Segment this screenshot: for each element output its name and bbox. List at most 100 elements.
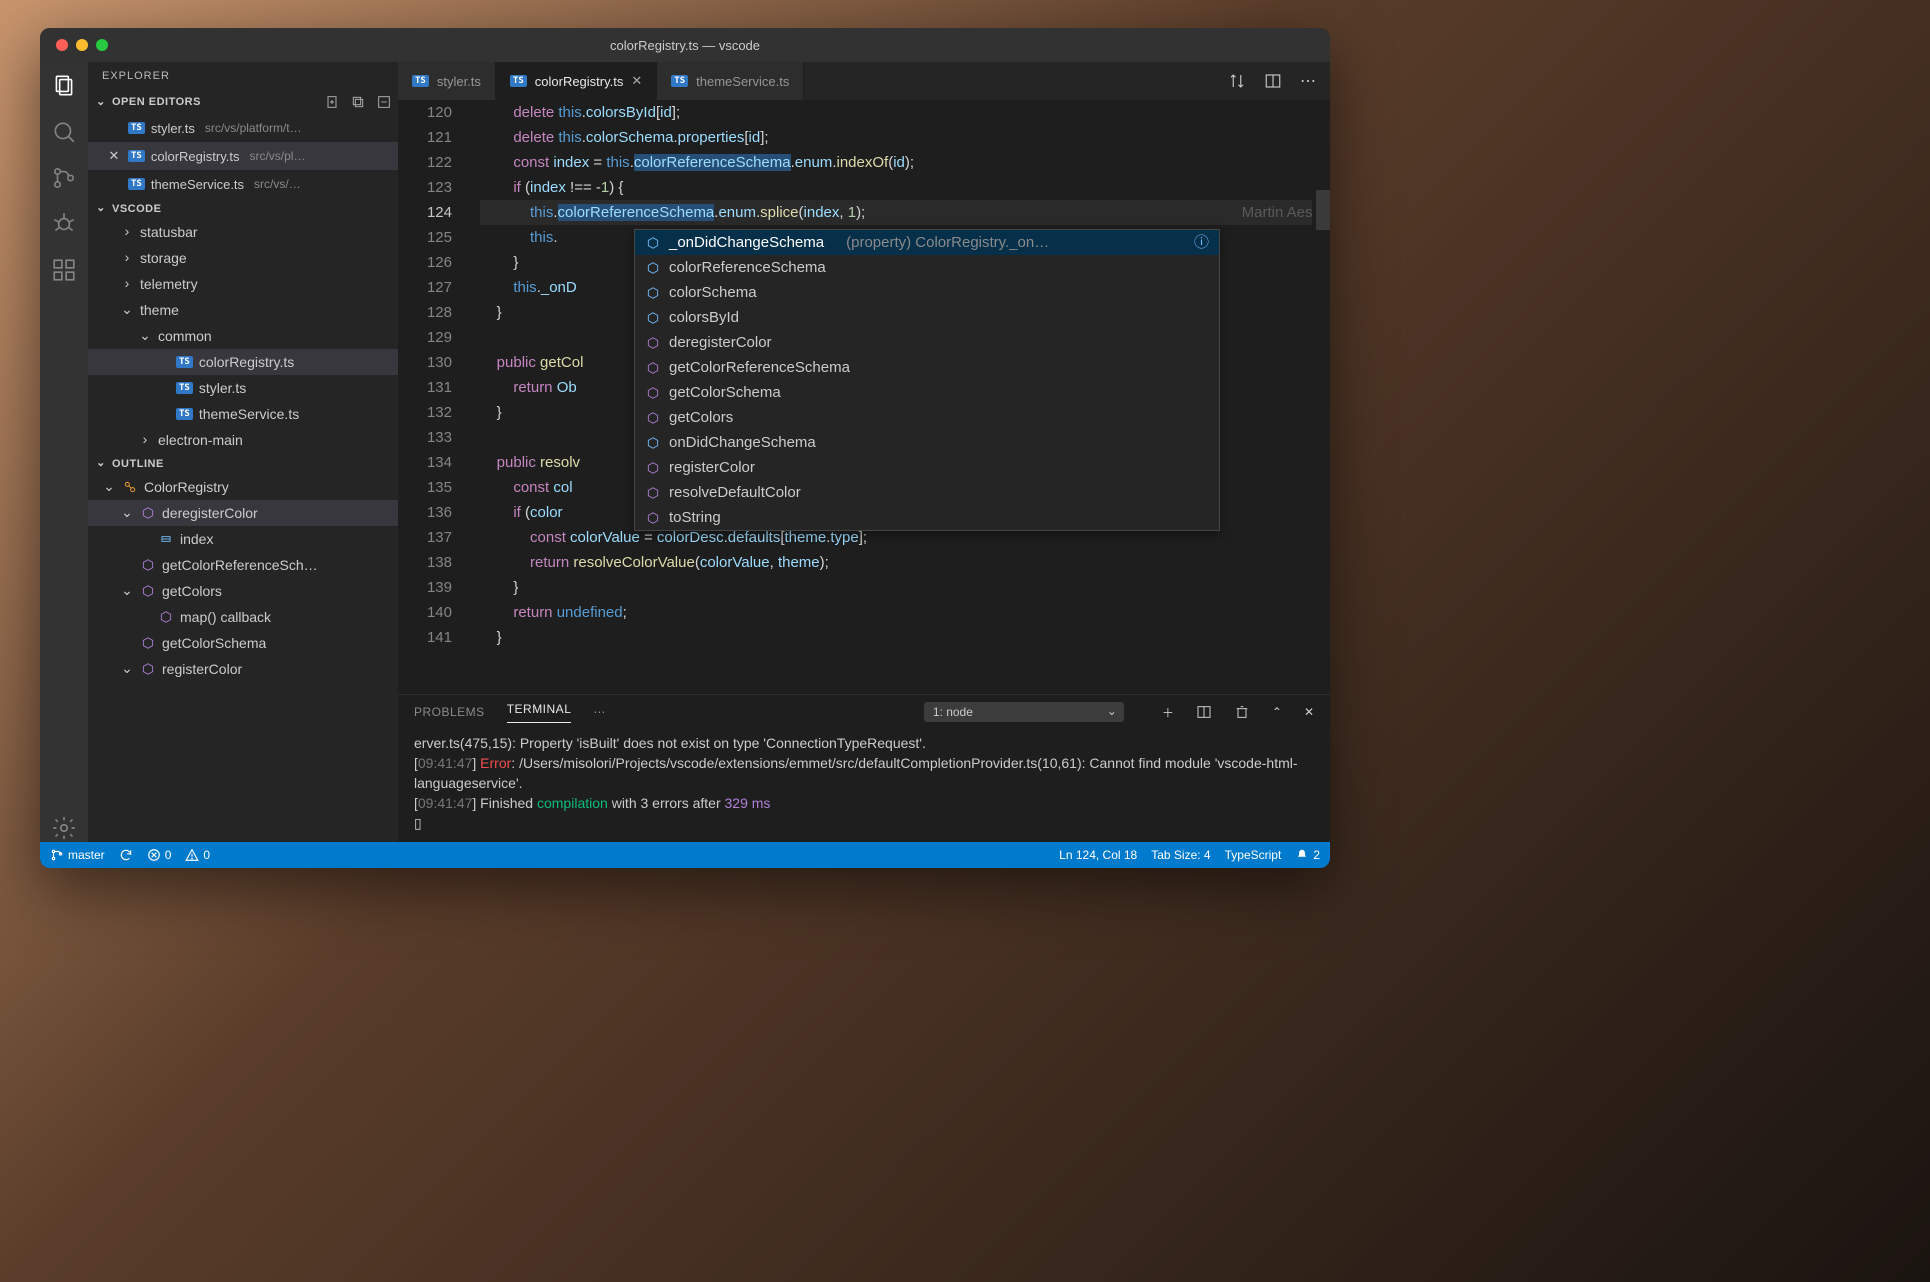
open-editor-item[interactable]: TSstyler.tssrc/vs/platform/t… [88, 114, 398, 142]
tree-item[interactable]: TSthemeService.ts [88, 401, 398, 427]
tab-size[interactable]: Tab Size: 4 [1151, 848, 1210, 862]
titlebar[interactable]: colorRegistry.ts — vscode [40, 28, 1330, 62]
open-editor-item[interactable]: TSthemeService.tssrc/vs/… [88, 170, 398, 198]
suggest-item[interactable]: resolveDefaultColor [635, 480, 1219, 505]
tree-item[interactable]: ›telemetry [88, 271, 398, 297]
tab-problems[interactable]: PROBLEMS [414, 705, 485, 719]
suggest-item[interactable]: _onDidChangeSchema(property) ColorRegist… [635, 230, 1219, 255]
close-panel-icon[interactable]: ✕ [1304, 705, 1314, 719]
suggest-label: _onDidChangeSchema [669, 230, 824, 255]
window-title: colorRegistry.ts — vscode [40, 38, 1330, 53]
warnings-count[interactable]: 0 [185, 848, 210, 862]
suggest-item[interactable]: getColorReferenceSchema [635, 355, 1219, 380]
suggest-item[interactable]: registerColor [635, 455, 1219, 480]
outline-item[interactable]: ⌄ColorRegistry [88, 474, 398, 500]
code-line[interactable]: delete this.colorSchema.properties[id]; [480, 125, 1330, 150]
language-mode[interactable]: TypeScript [1225, 848, 1282, 862]
new-file-icon[interactable] [324, 94, 340, 110]
open-editors-header[interactable]: ⌄ OPEN EDITORS [88, 90, 398, 114]
extensions-icon[interactable] [50, 256, 78, 284]
sync-icon[interactable] [119, 848, 133, 862]
suggest-info-icon[interactable]: ⓘ [1194, 230, 1209, 255]
tree-item[interactable]: TSstyler.ts [88, 375, 398, 401]
suggest-item[interactable]: toString [635, 505, 1219, 530]
window-close-icon[interactable] [56, 39, 68, 51]
tree-item[interactable]: ›statusbar [88, 219, 398, 245]
tree-item[interactable]: ⌄common [88, 323, 398, 349]
kill-terminal-icon[interactable] [1234, 704, 1250, 720]
outline-item[interactable]: ⌄registerColor [88, 656, 398, 682]
tree-item[interactable]: TScolorRegistry.ts [88, 349, 398, 375]
terminal-select[interactable]: 1: node [924, 702, 1124, 722]
open-editor-item[interactable]: ✕TScolorRegistry.tssrc/vs/pl… [88, 142, 398, 170]
more-icon[interactable]: ⋯ [593, 705, 606, 719]
code-line[interactable]: return undefined; [480, 600, 1330, 625]
suggest-item[interactable]: deregisterColor [635, 330, 1219, 355]
code-line[interactable]: } [480, 575, 1330, 600]
maximize-panel-icon[interactable]: ⌃ [1272, 705, 1282, 719]
window-minimize-icon[interactable] [76, 39, 88, 51]
tree-item[interactable]: ›storage [88, 245, 398, 271]
tree-item[interactable]: ›electron-main [88, 427, 398, 453]
outline-item[interactable]: ⌄getColors [88, 578, 398, 604]
outline-item[interactable]: getColorSchema [88, 630, 398, 656]
more-actions-icon[interactable]: ⋯ [1300, 71, 1316, 91]
outline-item[interactable]: index [88, 526, 398, 552]
compare-changes-icon[interactable] [1228, 72, 1246, 90]
minimap[interactable] [1312, 100, 1330, 694]
suggest-label: resolveDefaultColor [669, 480, 801, 505]
code-line[interactable]: delete this.colorsById[id]; [480, 100, 1330, 125]
suggest-item[interactable]: colorReferenceSchema [635, 255, 1219, 280]
suggest-widget[interactable]: _onDidChangeSchema(property) ColorRegist… [634, 229, 1220, 531]
split-editor-icon[interactable] [1264, 72, 1282, 90]
line-number: 130 [398, 350, 452, 375]
suggest-item[interactable]: getColors [635, 405, 1219, 430]
window-maximize-icon[interactable] [96, 39, 108, 51]
suggest-label: getColorSchema [669, 380, 781, 405]
outline-header[interactable]: ⌄ OUTLINE [88, 453, 398, 474]
tree-item[interactable]: ⌄theme [88, 297, 398, 323]
file-path: src/vs/… [254, 177, 301, 191]
suggest-item[interactable]: colorsById [635, 305, 1219, 330]
symbol-label: deregisterColor [162, 505, 258, 521]
line-number: 123 [398, 175, 452, 200]
source-control-icon[interactable] [50, 164, 78, 192]
outline-item[interactable]: map() callback [88, 604, 398, 630]
save-all-icon[interactable] [350, 94, 366, 110]
close-tab-icon[interactable]: ✕ [631, 73, 642, 89]
outline-item[interactable]: ⌄deregisterColor [88, 500, 398, 526]
split-terminal-icon[interactable] [1196, 704, 1212, 720]
collapse-all-icon[interactable] [376, 94, 392, 110]
suggest-item[interactable]: colorSchema [635, 280, 1219, 305]
debug-icon[interactable] [50, 210, 78, 238]
editor-tab[interactable]: TScolorRegistry.ts✕ [496, 62, 657, 100]
method-icon [645, 335, 661, 351]
suggest-item[interactable]: getColorSchema [635, 380, 1219, 405]
suggest-item[interactable]: onDidChangeSchema [635, 430, 1219, 455]
git-branch[interactable]: master [50, 848, 105, 862]
errors-count[interactable]: 0 [147, 848, 172, 862]
chevron-icon: › [120, 223, 134, 239]
notifications-bell[interactable]: 2 [1295, 848, 1320, 862]
settings-gear-icon[interactable] [50, 814, 78, 842]
terminal-content[interactable]: erver.ts(475,15): Property 'isBuilt' doe… [398, 729, 1330, 842]
cursor-position[interactable]: Ln 124, Col 18 [1059, 848, 1137, 862]
new-terminal-icon[interactable]: ＋ [1162, 704, 1174, 721]
code-line[interactable]: return resolveColorValue(colorValue, the… [480, 550, 1330, 575]
code-line[interactable]: } [480, 625, 1330, 650]
workspace-header[interactable]: ⌄ VSCODE [88, 198, 398, 219]
code-line[interactable]: if (index !== -1) { [480, 175, 1330, 200]
explorer-icon[interactable] [50, 72, 78, 100]
close-editor-icon[interactable]: ✕ [106, 148, 122, 164]
editor-tab[interactable]: TSthemeService.ts [657, 62, 804, 100]
editor[interactable]: 1201211221231241251261271281291301311321… [398, 100, 1330, 694]
code-line[interactable]: const index = this.colorReferenceSchema.… [480, 150, 1330, 175]
property-icon [645, 260, 661, 276]
outline-item[interactable]: getColorReferenceSch… [88, 552, 398, 578]
outline-label: OUTLINE [112, 458, 164, 470]
symbol-label: map() callback [180, 609, 271, 625]
search-icon[interactable] [50, 118, 78, 146]
tab-terminal[interactable]: TERMINAL [507, 702, 572, 723]
code-line[interactable]: this.colorReferenceSchema.enum.splice(in… [480, 200, 1330, 225]
editor-tab[interactable]: TSstyler.ts [398, 62, 496, 100]
